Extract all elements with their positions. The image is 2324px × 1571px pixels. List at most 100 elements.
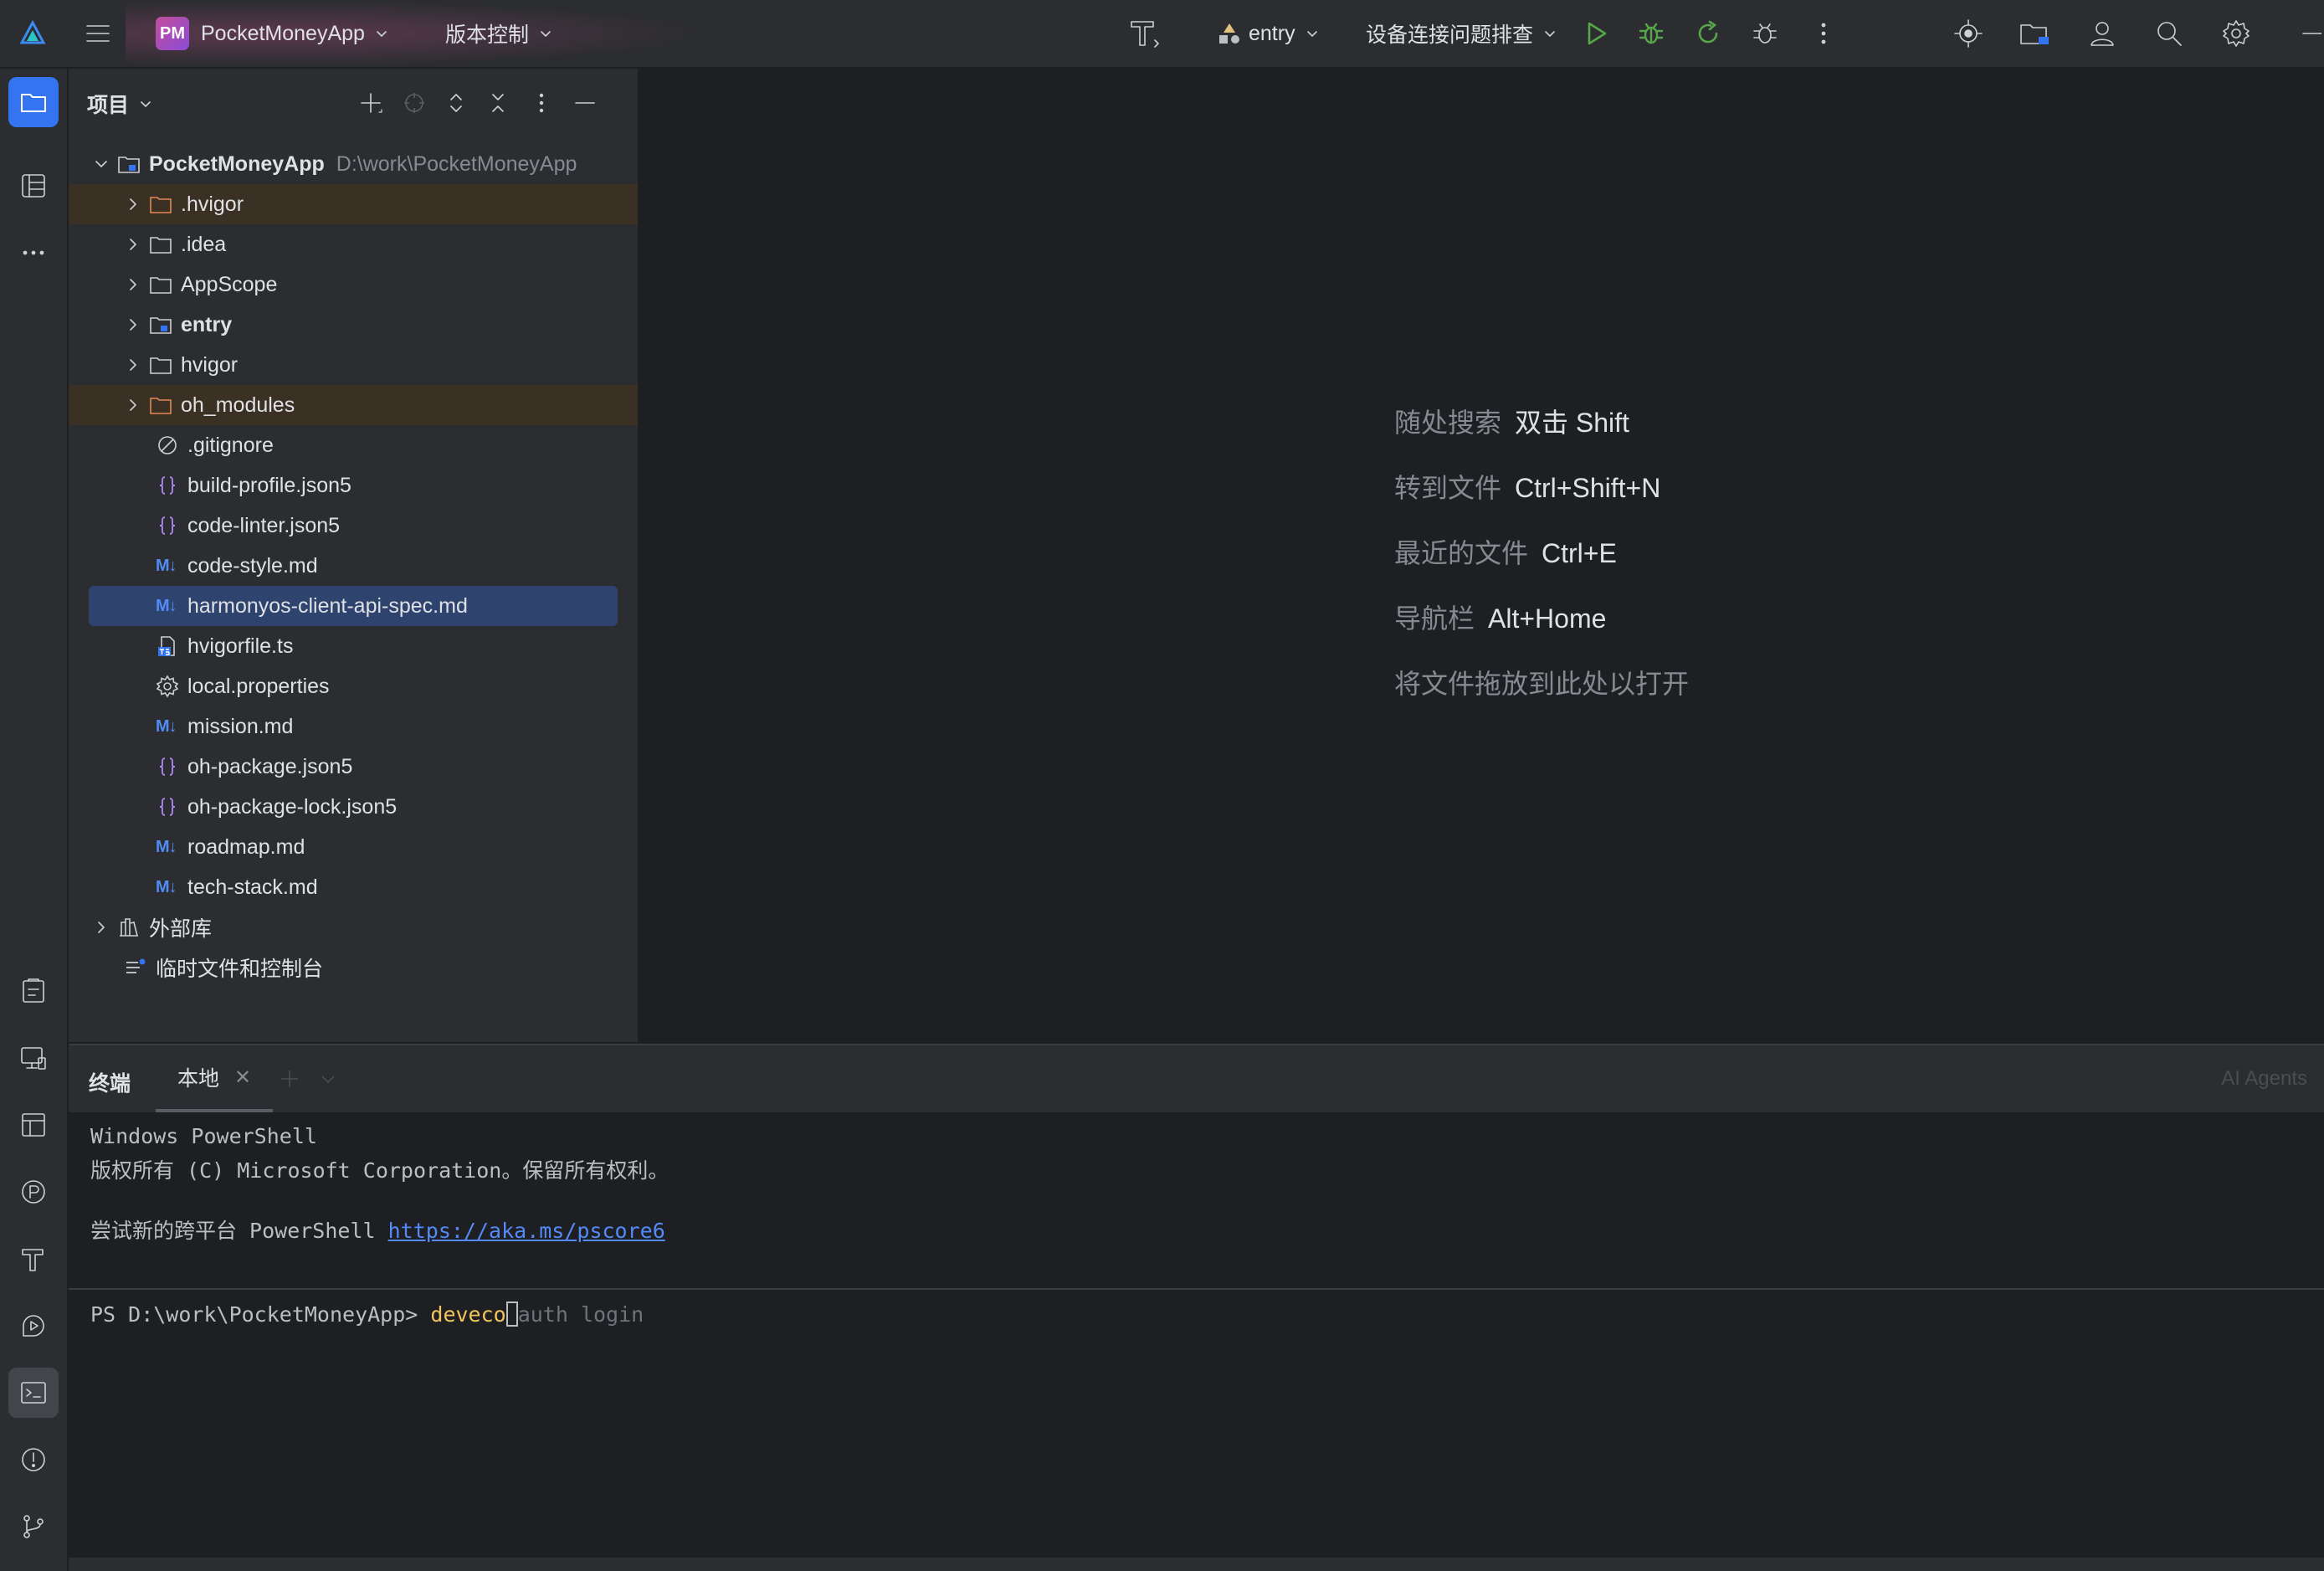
minimize-window-button[interactable] [2300,0,2321,67]
tree-item-roadmap[interactable]: M↓ roadmap.md [69,827,638,867]
build-tool-button[interactable] [8,1234,59,1284]
tree-item-code-style[interactable]: M↓ code-style.md [69,546,638,586]
tab-options-button[interactable] [318,1069,338,1089]
tree-item-label: roadmap.md [187,834,305,859]
locate-file-button[interactable] [400,89,428,117]
tree-item-label: code-style.md [187,553,318,578]
device-selector[interactable]: 设备连接问题排查 [1366,0,1558,67]
module-folder-icon [149,313,172,336]
chevron-down-icon [541,31,551,37]
autocomplete-suggestion: auth login [517,1302,644,1327]
tree-item-api-spec[interactable]: M↓ harmonyos-client-api-spec.md [89,586,618,626]
collapse-all-button[interactable] [484,89,512,117]
new-file-button[interactable] [357,89,385,117]
tree-item-idea[interactable]: .idea [69,224,638,264]
module-folder-icon [117,152,141,176]
try-text: 尝试新的跨平台 PowerShell [90,1219,388,1243]
git-tool-button[interactable] [8,1502,59,1552]
close-icon[interactable]: ✕ [234,1065,251,1090]
chevron-right-icon [130,279,136,290]
tree-item-tech-stack[interactable]: M↓ tech-stack.md [69,867,638,907]
apply-changes-button[interactable] [1694,0,1722,67]
tree-item-label: .hvigor [181,192,244,216]
more-actions-button[interactable] [1809,0,1838,67]
tree-item-build-profile[interactable]: build-profile.json5 [69,465,638,506]
library-icon [117,916,141,939]
problems-tool-button[interactable] [8,1435,59,1485]
project-structure-button[interactable] [2019,0,2052,67]
tree-item-local-properties[interactable]: local.properties [69,666,638,706]
tree-item-oh-package-lock[interactable]: oh-package-lock.json5 [69,787,638,827]
arkui-button[interactable] [1126,0,1163,67]
hint-search-everywhere: 随处搜索 双击 Shift [1394,402,1629,440]
project-tool-button[interactable] [8,77,59,127]
more-tools-button[interactable] [8,228,59,278]
tree-item-code-linter[interactable]: code-linter.json5 [69,506,638,546]
expand-all-button[interactable] [442,89,470,117]
debug-button[interactable] [1637,0,1665,67]
profiler-tool-button[interactable] [8,1167,59,1217]
chevron-right-icon [130,198,136,210]
minimize-icon [575,102,595,104]
tree-item-scratches[interactable]: 临时文件和控制台 [69,947,638,988]
tree-item-appscope[interactable]: AppScope [69,264,638,305]
hint-drop-files: 将文件拖放到此处以打开 [1394,663,1689,701]
chevron-down-icon [95,161,107,167]
settings-button[interactable] [2221,0,2251,67]
chevron-right-icon [130,359,136,371]
minimize-icon [2302,33,2321,34]
tree-item-oh-package[interactable]: oh-package.json5 [69,747,638,787]
hide-panel-button[interactable] [571,89,599,117]
user-icon [2091,22,2114,46]
ignore-file-icon [156,434,179,457]
account-button[interactable] [2087,0,2117,67]
text-cursor [505,1301,518,1327]
run-config-selector[interactable]: entry [1217,0,1321,67]
tree-item-oh-modules[interactable]: oh_modules [69,385,638,425]
tree-item-external-libraries[interactable]: 外部库 [69,907,638,947]
new-tab-button[interactable] [278,1067,301,1091]
tree-root-project[interactable]: PocketMoneyApp D:\work\PocketMoneyApp [69,144,638,184]
tree-item-label: 临时文件和控制台 [156,957,324,981]
tool-window-strip [0,69,69,1571]
tree-item-label: entry [181,312,233,336]
pscore-link[interactable]: https://aka.ms/pscore6 [388,1219,665,1243]
tree-item-entry[interactable]: entry [69,305,638,345]
panel-options-button[interactable] [527,89,556,117]
run-tool-button[interactable] [8,1301,59,1351]
search-button[interactable] [2154,0,2184,67]
tree-item-hvigor-dot[interactable]: .hvigor [69,184,638,224]
attach-debugger-button[interactable] [1751,0,1779,67]
vcs-menu[interactable]: 版本控制 [445,0,554,67]
chevron-down-icon [377,31,387,37]
main-menu-button[interactable] [84,0,112,67]
excluded-folder-icon [149,193,172,216]
more-horizontal-icon [23,250,44,255]
tree-item-mission[interactable]: M↓ mission.md [69,706,638,747]
gear-icon [2223,20,2250,47]
run-button[interactable] [1582,0,1610,67]
project-view-selector[interactable]: 项目 [87,89,154,119]
todo-tool-button[interactable] [8,966,59,1016]
structure-tool-button[interactable] [8,161,59,211]
tree-item-gitignore[interactable]: .gitignore [69,425,638,465]
terminal-tool-button[interactable] [8,1368,59,1418]
folder-icon [21,94,46,112]
editor-area[interactable]: 随处搜索 双击 Shift 转到文件 Ctrl+Shift+N 最近的文件 Ctrl+… [639,69,2324,1042]
terminal-icon [21,1382,46,1404]
tree-item-hvigorfile[interactable]: hvigorfile.ts [69,626,638,666]
json-file-icon [156,474,179,497]
project-switcher[interactable]: PM PocketMoneyApp [156,0,390,67]
more-vertical-icon [1821,23,1826,44]
tree-item-hvigor[interactable]: hvigor [69,345,638,385]
layout-tool-button[interactable] [8,1100,59,1150]
ai-agents-tab[interactable]: AI Agents [2221,1067,2307,1091]
device-tool-button[interactable] [8,1033,59,1083]
terminal-tab-local[interactable]: 本地 ✕ [156,1045,273,1112]
chevron-down-icon [1306,31,1317,37]
plus-icon [361,93,382,113]
chevron-right-icon [98,922,105,933]
device-manager-button[interactable] [1953,0,1983,67]
hammer-icon [1131,21,1159,48]
terminal-prompt-line[interactable]: PS D:\work\PocketMoneyApp> deveco auth lo… [90,1301,644,1327]
